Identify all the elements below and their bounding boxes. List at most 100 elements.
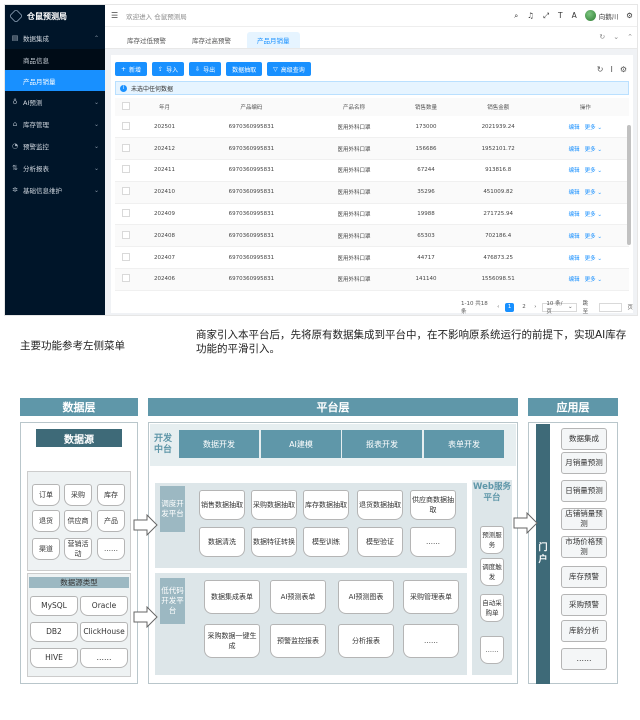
fetch-data-button[interactable]: 数据抽取 — [226, 62, 263, 76]
edit-link[interactable]: 编辑 — [569, 125, 580, 131]
menu-fold-icon[interactable]: ☰ — [111, 11, 118, 20]
cell-product-name: 医用外科口罩 — [310, 137, 398, 161]
sidebar-item-basic-info[interactable]: ✲ 基础信息维护 ⌄ — [5, 179, 105, 201]
chevron-down-icon: ⌄ — [93, 164, 99, 172]
avatar[interactable] — [584, 10, 596, 21]
add-button-label: 新增 — [129, 66, 142, 74]
app-logo[interactable]: 仓鼠预测局 — [5, 5, 105, 27]
inventory-icon: ⌂ — [12, 120, 18, 128]
dev-platform-title: 调度开发平台 — [160, 486, 185, 532]
page-2[interactable]: 2 — [520, 303, 528, 312]
select-all-checkbox[interactable] — [115, 98, 137, 116]
cell-sales-qty: 65303 — [397, 224, 455, 248]
edit-link[interactable]: 编辑 — [569, 190, 580, 196]
more-link[interactable]: 更多 ⌄ — [585, 147, 602, 153]
cell-product-code: 6970360995831 — [191, 137, 311, 161]
column-header[interactable]: 年月 — [137, 98, 192, 116]
bell-icon[interactable]: ♫ — [527, 11, 534, 20]
more-link[interactable]: 更多 ⌄ — [585, 168, 602, 174]
table-row[interactable]: 202412 6970360995831 医用外科口罩 156686 1952101.7… — [115, 137, 629, 161]
setting-icon[interactable]: ⚙ — [620, 65, 627, 74]
column-header[interactable]: 产品名称 — [310, 98, 398, 116]
close-icon[interactable]: ⌃ — [627, 33, 633, 41]
cell-sales-qty: 19988 — [397, 203, 455, 226]
row-checkbox[interactable] — [115, 137, 137, 161]
sidebar-item-data-integration[interactable]: ▤ 数据集成 ⌃ — [5, 27, 105, 49]
advanced-query-button[interactable]: ▽ 高级查询 — [267, 62, 311, 76]
jump-input[interactable] — [598, 302, 622, 312]
chevron-down-icon[interactable]: ⌄ — [613, 33, 619, 41]
cell-sales-amount: 1556098.51 — [454, 268, 542, 291]
refresh-icon[interactable]: ↻ — [599, 33, 605, 41]
import-button[interactable]: ⇪ 导入 — [152, 62, 185, 76]
edit-link[interactable]: 编辑 — [569, 212, 580, 218]
column-header[interactable]: 产品编码 — [191, 98, 311, 116]
refresh-icon[interactable]: ↻ — [597, 65, 604, 74]
data-source-item: 供应商 — [64, 510, 92, 532]
font-size-icon[interactable]: T — [558, 11, 563, 20]
search-icon[interactable]: ⌕ — [514, 11, 518, 21]
row-checkbox[interactable] — [115, 224, 137, 248]
more-link[interactable]: 更多 ⌄ — [585, 277, 602, 283]
table-row[interactable]: 202409 6970360995831 医用外科口罩 19988 271725.94 编… — [115, 203, 629, 226]
prev-page-icon[interactable]: ‹ — [497, 304, 499, 310]
gear-icon[interactable]: ⚙ — [626, 11, 633, 20]
sales-table: 年月 产品编码 产品名称 销售数量 销售金额 操作 202501 69703609… — [115, 98, 629, 291]
table-header-row: 年月 产品编码 产品名称 销售数量 销售金额 操作 — [115, 98, 629, 116]
more-link[interactable]: 更多 ⌄ — [585, 125, 602, 131]
tab-high-stock[interactable]: 库存过高预警 — [182, 32, 241, 48]
sidebar-item-alert[interactable]: ◔ 预警监控 ⌄ — [5, 135, 105, 157]
more-link[interactable]: 更多 ⌄ — [585, 190, 602, 196]
more-link[interactable]: 更多 ⌄ — [585, 256, 602, 262]
sidebar-item-inventory[interactable]: ⌂ 库存管理 ⌄ — [5, 113, 105, 135]
app-item: …… — [561, 648, 607, 670]
cell-product-name: 医用外科口罩 — [310, 116, 398, 139]
tab-monthly-sales[interactable]: 产品月销量 — [247, 32, 300, 48]
table-row[interactable]: 202501 6970360995831 医用外科口罩 173000 2021939.2… — [115, 116, 629, 139]
cell-sales-qty: 173000 — [397, 116, 455, 139]
edit-link[interactable]: 编辑 — [569, 277, 580, 283]
table-scrollbar[interactable] — [627, 125, 631, 245]
cell-year-month: 202409 — [137, 203, 192, 226]
row-checkbox[interactable] — [115, 268, 137, 291]
sidebar-item-reports[interactable]: ⇅ 分析报表 ⌄ — [5, 157, 105, 179]
export-button[interactable]: ⇩ 导出 — [189, 62, 222, 76]
table-row[interactable]: 202411 6970360995831 医用外科口罩 67244 913816.8 编辑… — [115, 159, 629, 182]
cell-year-month: 202412 — [137, 137, 192, 161]
cell-sales-qty: 141140 — [397, 268, 455, 291]
user-name[interactable]: 向鹅川 — [599, 11, 619, 21]
cell-actions: 编辑 更多 ⌄ — [541, 203, 629, 226]
row-checkbox[interactable] — [115, 116, 137, 139]
sidebar-subitem-product-info[interactable]: 商品信息 — [5, 49, 105, 70]
next-page-icon[interactable]: › — [534, 304, 536, 310]
fullscreen-icon[interactable]: ⤢ — [543, 11, 549, 21]
column-header[interactable]: 销售金额 — [454, 98, 542, 116]
row-checkbox[interactable] — [115, 181, 137, 204]
sidebar-item-ai-forecast[interactable]: ♁ AI预测 ⌄ — [5, 91, 105, 113]
table-row[interactable]: 202406 6970360995831 医用外科口罩 141140 1556098.5… — [115, 268, 629, 291]
sidebar-subitem-monthly-sales[interactable]: 产品月销量 — [5, 70, 105, 91]
edit-link[interactable]: 编辑 — [569, 234, 580, 240]
cell-product-code: 6970360995831 — [191, 159, 311, 182]
translate-icon[interactable]: A — [572, 11, 577, 20]
edit-link[interactable]: 编辑 — [569, 256, 580, 262]
dev-platform-item: 库存数据抽取 — [303, 490, 349, 520]
cell-sales-amount: 913816.8 — [454, 159, 542, 182]
more-link[interactable]: 更多 ⌄ — [585, 234, 602, 240]
more-link[interactable]: 更多 ⌄ — [585, 212, 602, 218]
row-checkbox[interactable] — [115, 246, 137, 270]
table-row[interactable]: 202410 6970360995831 医用外科口罩 35296 451009.82 编… — [115, 181, 629, 204]
add-button[interactable]: + 新增 — [115, 62, 148, 76]
fetch-data-button-label: 数据抽取 — [232, 66, 257, 74]
row-checkbox[interactable] — [115, 203, 137, 226]
table-row[interactable]: 202408 6970360995831 医用外科口罩 65303 702186.4 编辑… — [115, 224, 629, 248]
table-row[interactable]: 202407 6970360995831 医用外科口罩 44717 476873.25 编… — [115, 246, 629, 270]
edit-link[interactable]: 编辑 — [569, 168, 580, 174]
edit-link[interactable]: 编辑 — [569, 147, 580, 153]
row-checkbox[interactable] — [115, 159, 137, 182]
page-size-select[interactable]: 10 条/页 ⌄ — [542, 301, 577, 315]
column-height-icon[interactable]: Ι — [610, 65, 612, 74]
column-header[interactable]: 销售数量 — [397, 98, 455, 116]
page-1[interactable]: 1 — [505, 302, 514, 312]
tab-low-stock[interactable]: 库存过低预警 — [117, 32, 176, 48]
